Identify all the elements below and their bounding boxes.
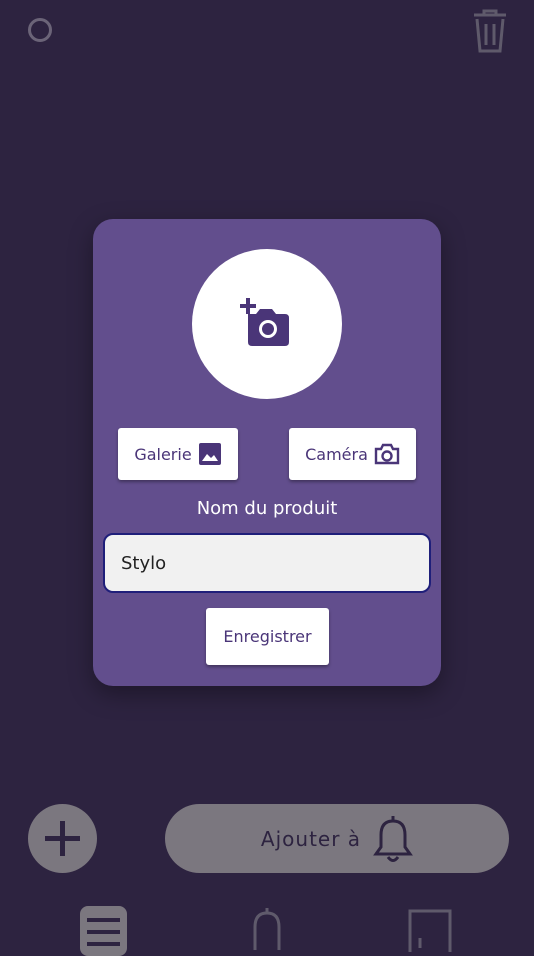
camera-button-label: Caméra — [305, 444, 368, 464]
camera-button[interactable]: Caméra — [289, 428, 416, 480]
status-circle-icon[interactable] — [28, 18, 52, 42]
bell-icon — [253, 908, 281, 950]
plus-icon — [45, 821, 80, 856]
image-icon — [198, 443, 221, 465]
nav-list-tab[interactable] — [80, 906, 127, 956]
door-icon — [408, 909, 452, 952]
save-button[interactable]: Enregistrer — [206, 608, 329, 665]
bell-icon — [373, 815, 413, 862]
camera-icon — [374, 443, 400, 465]
product-name-input[interactable]: Stylo — [103, 533, 431, 593]
add-button[interactable] — [28, 804, 97, 873]
trash-icon[interactable] — [470, 8, 510, 54]
product-photo-placeholder[interactable] — [192, 249, 342, 399]
gallery-button-label: Galerie — [134, 444, 192, 464]
add-product-dialog: Galerie Caméra Nom du produit Stylo Enre… — [93, 219, 441, 686]
add-to-reminder-button[interactable]: Ajouter à — [165, 804, 509, 873]
nav-reminders-tab[interactable] — [247, 906, 287, 950]
add-photo-camera-icon — [240, 298, 289, 346]
add-to-label: Ajouter à — [260, 826, 362, 851]
gallery-button[interactable]: Galerie — [118, 428, 238, 480]
nav-door-tab[interactable] — [408, 908, 452, 952]
list-icon — [87, 918, 120, 946]
product-name-label: Nom du produit — [196, 498, 338, 519]
